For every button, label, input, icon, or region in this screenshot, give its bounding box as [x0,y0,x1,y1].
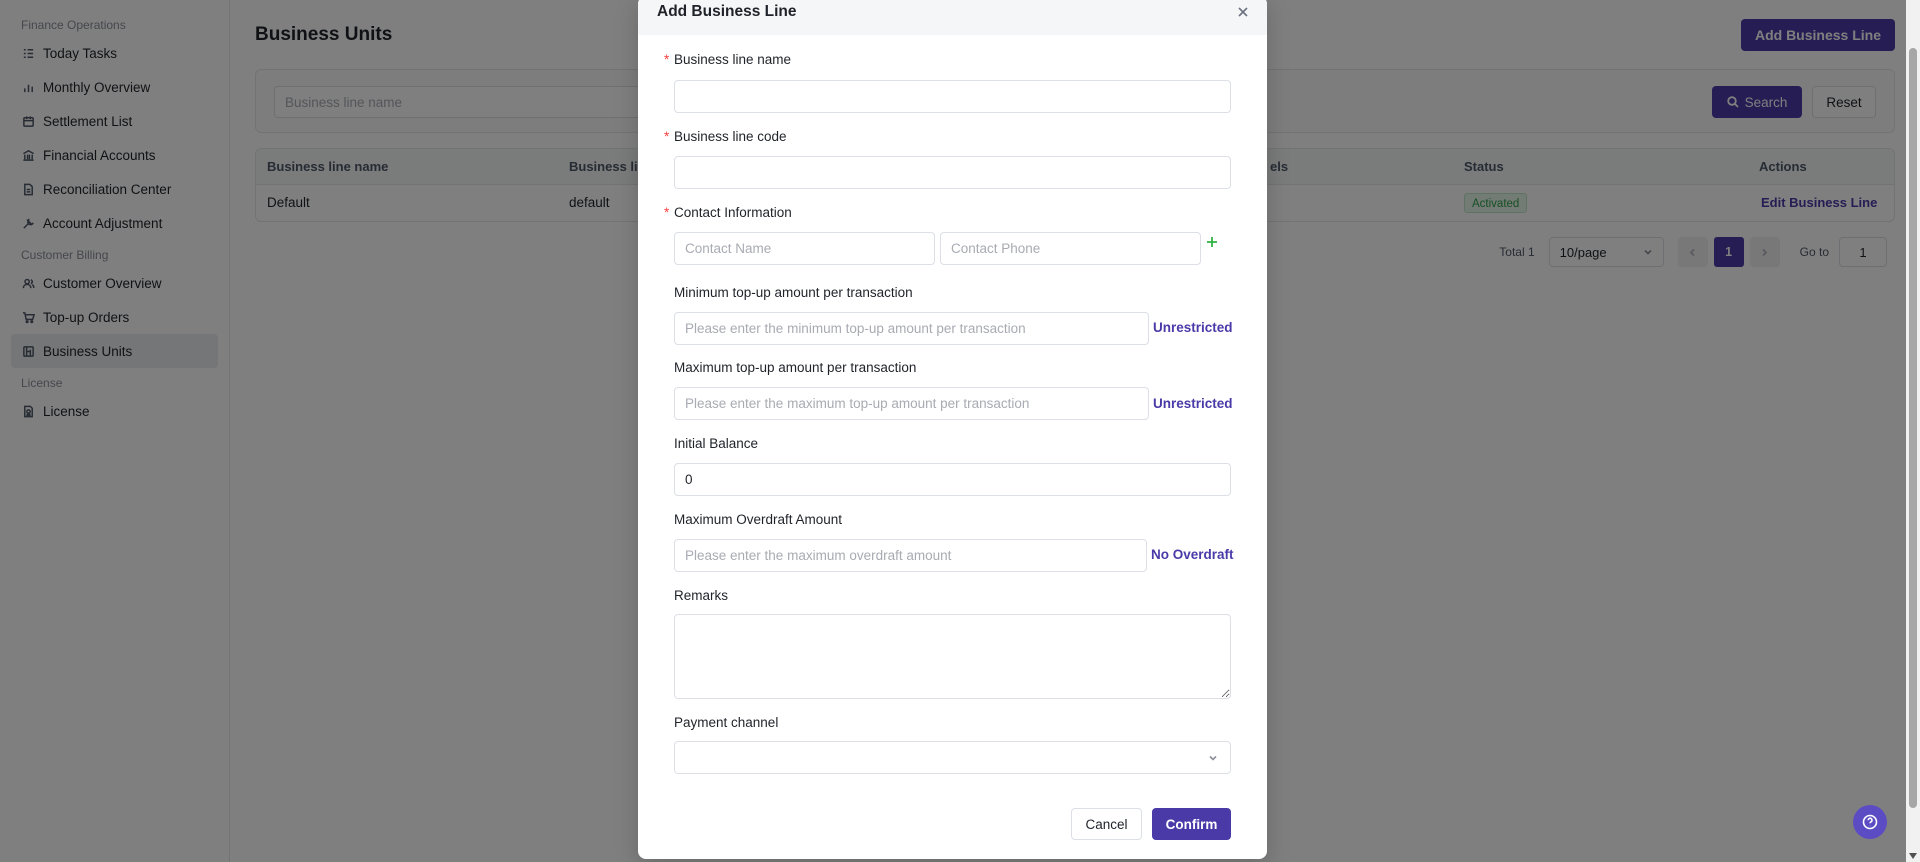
max-top-up-input[interactable] [674,387,1149,420]
no-overdraft-link[interactable]: No Overdraft [1151,547,1234,562]
business-line-name-label: * Business line name [664,52,792,67]
scroll-down-arrow-icon[interactable] [1909,853,1917,859]
initial-balance-input[interactable] [674,463,1231,496]
min-top-up-label: Minimum top-up amount per transaction [674,285,913,300]
add-business-line-dialog: Add Business Line * Business line name *… [638,0,1267,859]
business-line-code-label: * Business line code [664,129,787,144]
cancel-button[interactable]: Cancel [1071,808,1142,840]
plus-icon [1207,237,1217,247]
contact-name-input[interactable] [674,232,935,265]
required-mark: * [664,129,670,144]
add-contact-button[interactable] [1206,235,1218,247]
remarks-label: Remarks [674,588,729,603]
max-overdraft-input[interactable] [674,539,1147,572]
business-line-name-input[interactable] [674,80,1231,113]
contact-information-label: * Contact Information [664,205,792,220]
help-icon [1862,814,1878,830]
dialog-close-button[interactable] [1237,5,1251,19]
scrollbar-thumb[interactable] [1909,48,1917,808]
payment-channel-label: Payment channel [674,715,779,730]
close-icon [1238,7,1248,17]
dialog-header: Add Business Line [638,0,1267,35]
required-mark: * [664,52,670,67]
dialog-title: Add Business Line [657,3,797,20]
initial-balance-label: Initial Balance [674,436,759,451]
max-top-up-label: Maximum top-up amount per transaction [674,360,917,375]
contact-phone-input[interactable] [940,232,1201,265]
remarks-textarea[interactable] [674,614,1231,699]
min-unrestricted-link[interactable]: Unrestricted [1153,320,1233,335]
business-line-code-input[interactable] [674,156,1231,189]
page-scrollbar[interactable] [1906,0,1920,862]
confirm-button[interactable]: Confirm [1152,808,1231,840]
help-button[interactable] [1853,805,1887,839]
payment-channel-select[interactable] [674,741,1231,774]
max-unrestricted-link[interactable]: Unrestricted [1153,396,1233,411]
chevron-down-icon [1209,755,1217,761]
max-overdraft-label: Maximum Overdraft Amount [674,512,843,527]
min-top-up-input[interactable] [674,312,1149,345]
required-mark: * [664,205,670,220]
